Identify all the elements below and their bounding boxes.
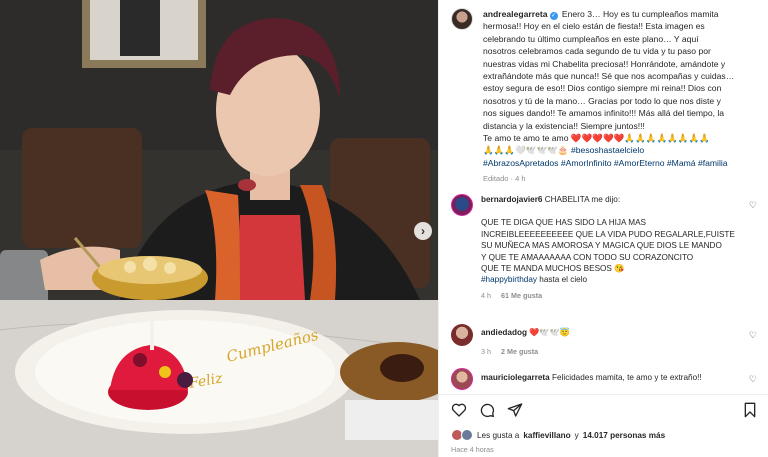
carousel-next-button[interactable]: › bbox=[414, 222, 432, 240]
caption-line-4: nuestras vidas mi Chabelita preciosa!! H… bbox=[483, 58, 726, 69]
post-sidebar: andrealegarreta ✓ Enero 3… Hoy es tu cump… bbox=[438, 0, 768, 457]
author-username[interactable]: andrealegarreta bbox=[483, 9, 548, 19]
commenter-avatar[interactable] bbox=[451, 324, 473, 346]
comment-text: ❤️🕊️🕊️😇 bbox=[529, 328, 571, 337]
caption-line-2: celebrando tu último cumpleaños en este … bbox=[483, 33, 699, 44]
caption-edited-meta: Editado · 4 h bbox=[483, 174, 526, 184]
caption-line-9: distancia y la existencia!! Siempre junt… bbox=[483, 120, 645, 131]
comment-item: bernardojavier6 CHABELITA me dijo: QUE T… bbox=[451, 194, 757, 301]
post-time-ago: Hace 4 horas bbox=[451, 445, 494, 454]
commenter-username[interactable]: mauriciolegarreta bbox=[481, 373, 550, 382]
comment-line: QUE TE DIGA QUE HAS SIDO LA HIJA MAS bbox=[481, 218, 647, 228]
comment-text: Felicidades mamita, te amo y te extraño!… bbox=[552, 373, 702, 382]
caption-line-3: nosotros celebramos cada segundo de tu v… bbox=[483, 46, 711, 57]
caption-emoji-line: 🙏🙏🙏🤍🕊️🕊️🕊️🎂 bbox=[483, 145, 569, 156]
comment-item: andiedadog ❤️🕊️🕊️😇 3 h 2 Me gusta ♡ bbox=[451, 324, 757, 358]
caption-love-line: Te amo te amo te amo bbox=[483, 133, 569, 144]
comment-text-first: CHABELITA me dijo: bbox=[544, 195, 621, 204]
photo-scene: Cumpleaños Feliz bbox=[0, 0, 438, 457]
post-photo[interactable]: Cumpleaños Feliz › bbox=[0, 0, 438, 457]
likes-prefix: Les gusta a bbox=[477, 430, 520, 440]
comment-like-heart-icon[interactable]: ♡ bbox=[749, 200, 757, 211]
share-send-icon[interactable] bbox=[507, 402, 523, 418]
caption-line-1: hermosa!! Hoy en el cielo están de fiest… bbox=[483, 21, 705, 32]
bookmark-icon[interactable] bbox=[743, 402, 757, 418]
comment-line: INCREIBLEEEEEEEEEE QUE LA VIDA PUDO REGA… bbox=[481, 229, 735, 239]
commenter-username[interactable]: andiedadog bbox=[481, 328, 527, 337]
likes-summary[interactable]: Les gusta a kaffievillano y 14.017 perso… bbox=[451, 429, 665, 441]
caption-line-0: Enero 3… Hoy es tu cumpleaños mamita bbox=[561, 9, 719, 19]
comment-like-heart-icon[interactable]: ♡ bbox=[749, 374, 757, 385]
likes-user[interactable]: kaffievillano bbox=[523, 431, 570, 440]
caption-love-emojis: ❤️❤️❤️❤️❤️🙏🙏🙏🙏🙏🙏🙏🙏 bbox=[570, 133, 711, 144]
comment-body: QUE TE DIGA QUE HAS SIDO LA HIJA MAS INC… bbox=[481, 217, 741, 285]
caption-line-7: nosotros y tú de la mano… Gracias por to… bbox=[483, 95, 721, 106]
action-bar bbox=[451, 400, 757, 420]
likes-count[interactable]: 14.017 personas más bbox=[583, 431, 665, 440]
caption-line-8: nos sigues dando!! Te amamos infinito!!!… bbox=[483, 108, 725, 119]
commenter-avatar[interactable] bbox=[451, 368, 473, 390]
comment-bubble-icon[interactable] bbox=[479, 402, 495, 418]
hashtag-besoshastaelcielo[interactable]: #besoshastaelcielo bbox=[571, 145, 644, 155]
author-avatar[interactable] bbox=[451, 8, 473, 30]
liker-avatar bbox=[461, 429, 473, 441]
caption-line-6: estoy segura de eso!! Dios contigo siemp… bbox=[483, 83, 722, 94]
comment-line: hasta el cielo bbox=[537, 275, 588, 285]
verified-badge-icon: ✓ bbox=[549, 12, 558, 20]
actions-divider bbox=[439, 394, 768, 395]
caption-text: andrealegarreta ✓ Enero 3… Hoy es tu cump… bbox=[483, 8, 757, 186]
comment-time: 3 h bbox=[481, 347, 491, 357]
hashtags-line[interactable]: #AbrazosApretados #AmorInfinito #AmorEte… bbox=[483, 158, 728, 168]
comment-time: 4 h bbox=[481, 290, 491, 300]
comment-item: mauriciolegarreta Felicidades mamita, te… bbox=[451, 368, 757, 390]
comment-line: Y QUE TE AMAAAAAAA CON TODO SU CORAZONCI… bbox=[481, 252, 694, 262]
comment-likes[interactable]: 61 Me gusta bbox=[501, 291, 542, 300]
comment-meta: 3 h 2 Me gusta bbox=[481, 346, 741, 357]
caption-line-5: extrañándote más que nunca!! Sé que nos … bbox=[483, 71, 735, 82]
caption-section: andrealegarreta ✓ Enero 3… Hoy es tu cump… bbox=[439, 0, 768, 190]
comment-like-heart-icon[interactable]: ♡ bbox=[749, 330, 757, 341]
like-heart-icon[interactable] bbox=[451, 402, 467, 418]
comment-line: SU MUÑECA MAS AMOROSA Y MAGICA QUE DIOS … bbox=[481, 241, 722, 251]
commenter-avatar[interactable] bbox=[451, 194, 473, 216]
comment-hashtag[interactable]: #happybirthday bbox=[481, 275, 537, 284]
comment-meta: 4 h 61 Me gusta bbox=[481, 290, 741, 301]
likes-middle: y bbox=[574, 430, 579, 440]
comment-line: QUE TE MANDA MUCHOS BESOS 😘 bbox=[481, 264, 625, 274]
commenter-username[interactable]: bernardojavier6 bbox=[481, 195, 542, 204]
comment-likes[interactable]: 2 Me gusta bbox=[501, 347, 538, 356]
